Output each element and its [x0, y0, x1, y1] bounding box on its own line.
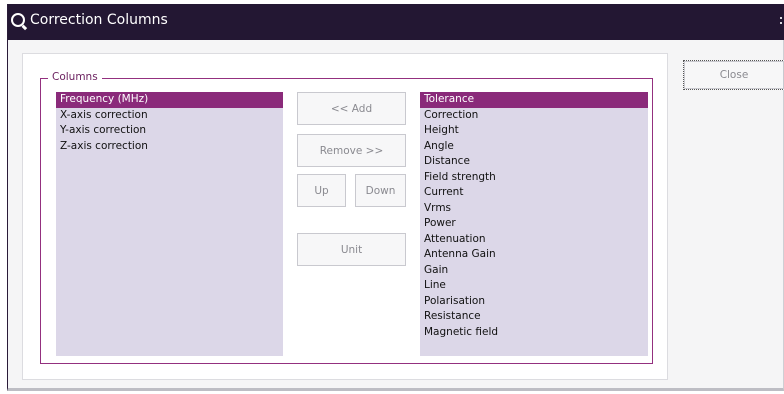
selected-columns-list[interactable]: Frequency (MHz) X-axis correction Y-axis c…	[56, 92, 283, 356]
columns-groupbox: Columns Frequency (MHz) X-axis correction…	[40, 71, 653, 364]
list-item[interactable]: Frequency (MHz)	[56, 92, 283, 108]
add-button[interactable]: << Add	[297, 92, 406, 125]
move-down-button[interactable]: Down	[355, 174, 406, 207]
q-logo-icon	[11, 13, 25, 27]
list-item[interactable]: Current	[420, 185, 648, 201]
list-item[interactable]: Tolerance	[420, 92, 648, 108]
more-options-icon[interactable]	[780, 17, 782, 25]
list-item[interactable]: Z-axis correction	[56, 139, 283, 155]
list-item[interactable]: Gain	[420, 263, 648, 279]
list-item[interactable]: Resistance	[420, 309, 648, 325]
title-bar[interactable]: Correction Columns	[8, 4, 784, 40]
move-up-button[interactable]: Up	[297, 174, 346, 207]
list-item[interactable]: Angle	[420, 139, 648, 155]
correction-columns-dialog: Correction Columns Columns Frequency (MH…	[7, 4, 784, 391]
list-item[interactable]: Correction	[420, 108, 648, 124]
list-item[interactable]: Field strength	[420, 170, 648, 186]
content-panel: Columns Frequency (MHz) X-axis correction…	[22, 53, 668, 380]
list-item[interactable]: Distance	[420, 154, 648, 170]
list-item[interactable]: Antenna Gain	[420, 247, 648, 263]
remove-button[interactable]: Remove >>	[297, 134, 406, 167]
list-item[interactable]: Polarisation	[420, 294, 648, 310]
list-item[interactable]: X-axis correction	[56, 108, 283, 124]
list-item[interactable]: Line	[420, 278, 648, 294]
list-item[interactable]: Power	[420, 216, 648, 232]
list-item[interactable]: Magnetic field	[420, 325, 648, 341]
unit-button[interactable]: Unit	[297, 233, 406, 266]
list-item[interactable]: Y-axis correction	[56, 123, 283, 139]
window-title: Correction Columns	[30, 12, 168, 28]
list-item[interactable]: Attenuation	[420, 232, 648, 248]
list-item[interactable]: Vrms	[420, 201, 648, 217]
available-columns-list[interactable]: Tolerance Correction Height Angle Distance Fi…	[420, 92, 648, 356]
columns-group-label: Columns	[48, 71, 102, 83]
list-item[interactable]: Height	[420, 123, 648, 139]
close-button[interactable]: Close	[683, 60, 784, 90]
